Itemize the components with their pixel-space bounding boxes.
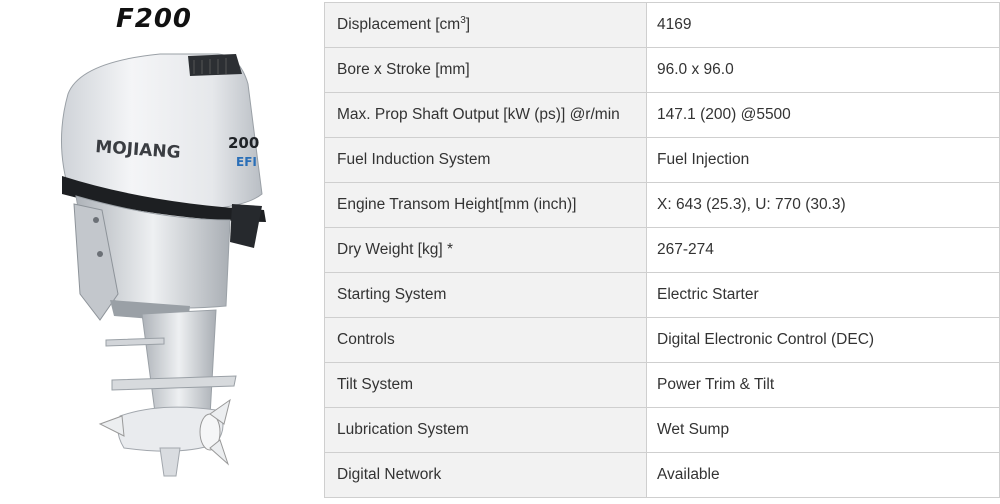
spec-label: Digital Network bbox=[324, 452, 647, 498]
spec-label: Fuel Induction System bbox=[324, 137, 647, 183]
spec-value: Electric Starter bbox=[646, 272, 1000, 318]
spec-label: Starting System bbox=[324, 272, 647, 318]
spec-row: Tilt System Power Trim & Tilt bbox=[324, 362, 1000, 408]
spec-row: Controls Digital Electronic Control (DEC) bbox=[324, 317, 1000, 363]
spec-row: Bore x Stroke [mm] 96.0 x 96.0 bbox=[324, 47, 1000, 93]
spec-value: Wet Sump bbox=[646, 407, 1000, 453]
spec-label: Max. Prop Shaft Output [kW (ps)] @r/min bbox=[324, 92, 647, 138]
spec-label: Bore x Stroke [mm] bbox=[324, 47, 647, 93]
spec-value: X: 643 (25.3), U: 770 (30.3) bbox=[646, 182, 1000, 228]
spec-row: Displacement [cm3] 4169 bbox=[324, 2, 1000, 48]
specifications-table: Displacement [cm3] 4169 Bore x Stroke [mm]… bbox=[324, 2, 1000, 498]
spec-value: 147.1 (200) @5500 bbox=[646, 92, 1000, 138]
cowl-power-label: 200 bbox=[228, 134, 259, 152]
spec-row: Dry Weight [kg] * 267-274 bbox=[324, 227, 1000, 273]
spec-label: Lubrication System bbox=[324, 407, 647, 453]
spec-row: Digital Network Available bbox=[324, 452, 1000, 498]
spec-value: Available bbox=[646, 452, 1000, 498]
product-image-panel: F200 MOJIANG 200 EFI bbox=[0, 0, 318, 504]
spec-row: Engine Transom Height[mm (inch)] X: 643 (… bbox=[324, 182, 1000, 228]
spec-label: Displacement [cm3] bbox=[324, 2, 647, 48]
outboard-engine-image: MOJIANG 200 EFI bbox=[60, 53, 266, 477]
spec-row: Max. Prop Shaft Output [kW (ps)] @r/min 1… bbox=[324, 92, 1000, 138]
spec-label: Engine Transom Height[mm (inch)] bbox=[324, 182, 647, 228]
spec-value: Power Trim & Tilt bbox=[646, 362, 1000, 408]
spec-row: Lubrication System Wet Sump bbox=[324, 407, 1000, 453]
spec-value: 267-274 bbox=[646, 227, 1000, 273]
model-title: F200 bbox=[115, 4, 193, 34]
spec-value: Digital Electronic Control (DEC) bbox=[646, 317, 1000, 363]
spec-value: 4169 bbox=[646, 2, 1000, 48]
spec-label: Controls bbox=[324, 317, 647, 363]
spec-row: Fuel Induction System Fuel Injection bbox=[324, 137, 1000, 183]
spec-label: Dry Weight [kg] * bbox=[324, 227, 647, 273]
spec-row: Starting System Electric Starter bbox=[324, 272, 1000, 318]
spec-value: 96.0 x 96.0 bbox=[646, 47, 1000, 93]
spec-label: Tilt System bbox=[324, 362, 647, 408]
spec-value: Fuel Injection bbox=[646, 137, 1000, 183]
efi-badge: EFI bbox=[236, 155, 257, 169]
